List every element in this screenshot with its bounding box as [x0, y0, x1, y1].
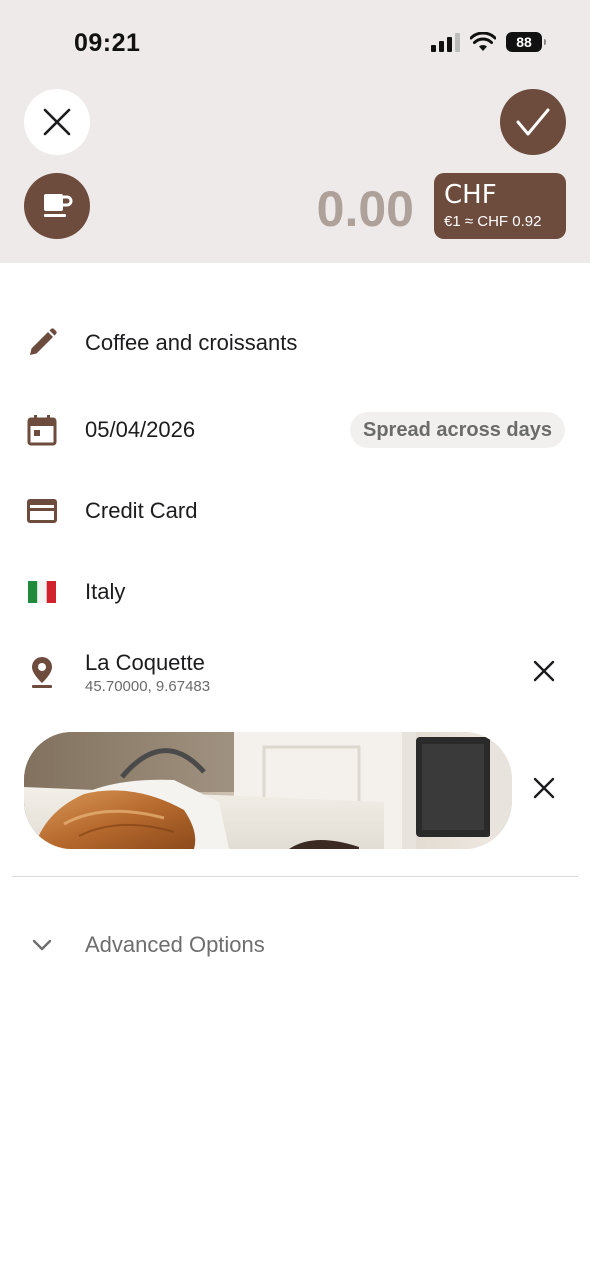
- description-row[interactable]: Coffee and croissants: [0, 325, 590, 361]
- country-field[interactable]: Italy: [85, 579, 125, 605]
- expense-header: 09:21 88 0.00 CHF €1 ≈ CHF 0.92: [0, 0, 590, 263]
- pencil-icon: [24, 325, 60, 361]
- location-pin-icon: [24, 654, 60, 690]
- currency-button[interactable]: CHF €1 ≈ CHF 0.92: [434, 173, 566, 239]
- italy-flag-icon: [24, 574, 60, 610]
- status-icons: 88: [431, 32, 546, 52]
- amount-display[interactable]: 0.00: [317, 180, 414, 238]
- remove-location-button[interactable]: [526, 653, 562, 689]
- coffee-cup-icon: [44, 194, 73, 217]
- save-button[interactable]: [500, 89, 566, 155]
- chevron-down-icon: [24, 927, 60, 963]
- battery-icon: 88: [506, 32, 546, 52]
- category-button[interactable]: [24, 173, 90, 239]
- location-name[interactable]: La Coquette: [85, 650, 205, 676]
- location-row[interactable]: La Coquette 45.70000, 9.67483: [0, 650, 590, 696]
- remove-photo-button[interactable]: [526, 770, 562, 806]
- receipt-photo[interactable]: [24, 732, 512, 849]
- spread-across-days-button[interactable]: Spread across days: [350, 412, 565, 448]
- advanced-options-label[interactable]: Advanced Options: [85, 932, 265, 958]
- description-field[interactable]: Coffee and croissants: [85, 330, 297, 356]
- country-row[interactable]: Italy: [0, 574, 590, 610]
- close-button[interactable]: [24, 89, 90, 155]
- date-row[interactable]: 05/04/2026 Spread across days: [0, 412, 590, 448]
- calendar-icon: [24, 412, 60, 448]
- payment-method-field[interactable]: Credit Card: [85, 498, 197, 524]
- exchange-rate: €1 ≈ CHF 0.92: [444, 213, 542, 230]
- close-icon: [533, 660, 555, 682]
- date-field[interactable]: 05/04/2026: [85, 417, 195, 443]
- checkmark-icon: [516, 108, 550, 136]
- currency-code: CHF: [444, 180, 497, 210]
- cellular-signal-icon: [431, 32, 460, 52]
- close-icon: [533, 777, 555, 799]
- credit-card-icon: [24, 493, 60, 529]
- payment-method-row[interactable]: Credit Card: [0, 493, 590, 529]
- status-time: 09:21: [74, 29, 141, 57]
- location-coordinates: 45.70000, 9.67483: [85, 678, 211, 695]
- wifi-icon: [470, 32, 496, 51]
- close-icon: [43, 108, 71, 136]
- divider: [12, 876, 578, 877]
